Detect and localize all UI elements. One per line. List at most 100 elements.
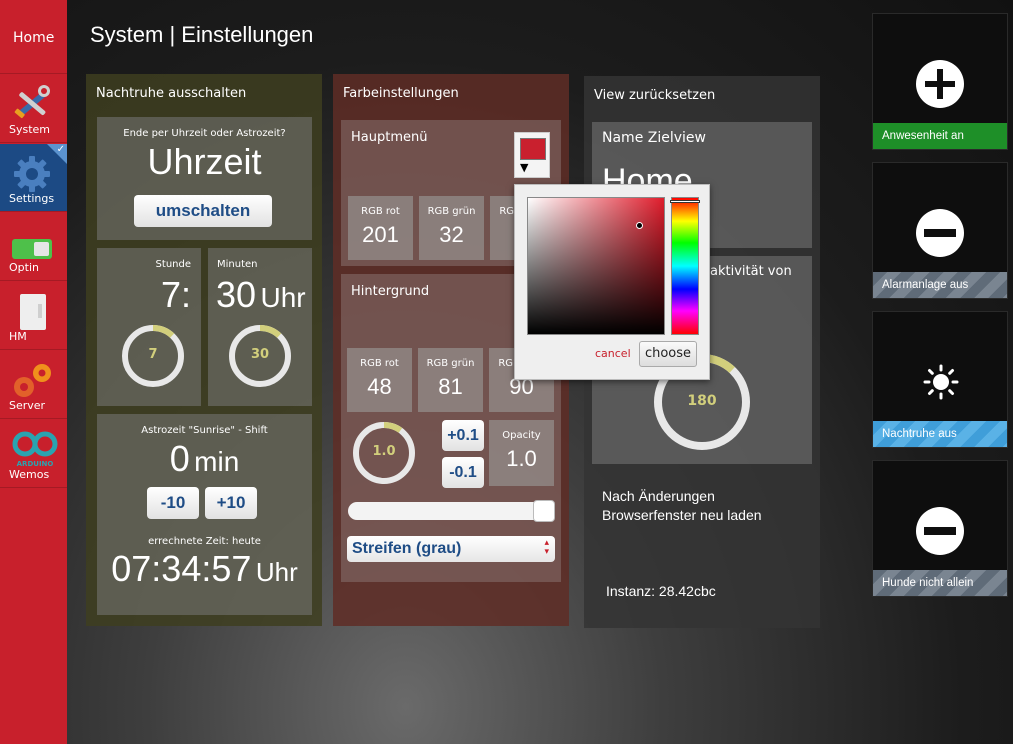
hour-ring[interactable]: 7: [120, 323, 186, 389]
minute-ring-value: 30: [250, 347, 270, 362]
opacity-slider[interactable]: [348, 500, 555, 522]
inactivity-ring-value: 180: [687, 393, 717, 409]
astro-value: 0: [169, 438, 190, 479]
pattern-select-value: Streifen (grau): [352, 540, 462, 557]
mode-question: Ende per Uhrzeit oder Astrozeit?: [123, 128, 286, 139]
name-label: Name Zielview: [602, 130, 706, 146]
opacity-label: Opacity: [502, 430, 541, 441]
rgb-gruen-tile[interactable]: RGB grün 32: [419, 196, 484, 260]
panel-title: Farbeinstellungen: [343, 86, 459, 101]
sidebar-item-label: System: [9, 123, 51, 136]
note-line1: Nach Änderungen: [602, 488, 715, 504]
sidebar-item-home[interactable]: Home: [0, 0, 67, 74]
calc-value: 07:34:57: [111, 548, 252, 589]
stunde-label: Stunde: [155, 259, 191, 270]
hue-handle[interactable]: [670, 200, 700, 203]
opacity-value: 1.0: [506, 446, 537, 471]
device-icon: [20, 294, 46, 330]
minus-circle-icon: [916, 507, 964, 555]
astro-tile: Astrozeit "Sunrise" - Shift 0 min -10 +1…: [97, 414, 312, 615]
bg-rgb-gruen-value: 81: [438, 374, 463, 399]
page-title: System | Einstellungen: [90, 22, 314, 47]
minus-10-button[interactable]: -10: [147, 487, 199, 519]
opacity-ring[interactable]: 1.0: [351, 420, 417, 486]
plus-0-1-button[interactable]: +0.1: [442, 420, 484, 451]
gears-icon: [14, 364, 51, 397]
choose-button[interactable]: choose: [639, 341, 697, 367]
hauptmenu-title: Hauptmenü: [351, 130, 428, 145]
minuten-value: 30: [216, 274, 257, 315]
mode-tile: Ende per Uhrzeit oder Astrozeit? Uhrzeit…: [97, 117, 312, 240]
minus-circle-icon: [916, 209, 964, 257]
arduino-icon: ARDUINO: [12, 431, 58, 468]
tools-icon: [14, 85, 50, 119]
color-swatch: [520, 138, 546, 160]
minuten-unit: Uhr: [260, 282, 306, 313]
gear-icon: [14, 156, 50, 192]
widget-label: Alarmanlage aus: [873, 272, 1007, 298]
rgb-gruen-value: 32: [439, 222, 464, 247]
minute-ring[interactable]: 30: [227, 323, 293, 389]
bg-rgb-rot-label: RGB rot: [360, 358, 399, 369]
color-picker: cancel choose: [514, 184, 710, 380]
sidebar-item-label: Server: [9, 399, 46, 412]
note-line2: Browserfenster neu laden: [602, 507, 762, 523]
sidebar-item-optin[interactable]: Optin: [0, 213, 67, 281]
sidebar-item-system[interactable]: System: [0, 75, 67, 143]
toggle-icon: [12, 239, 52, 259]
widget-hunde[interactable]: Hunde nicht allein: [872, 460, 1008, 597]
hintergrund-title: Hintergrund: [351, 284, 430, 299]
mode-value: Uhrzeit: [147, 141, 262, 182]
svg-text:ARDUINO: ARDUINO: [17, 460, 54, 468]
minuten-tile: Minuten 30 Uhr 30: [208, 248, 312, 406]
sidebar-item-label: Optin: [9, 261, 39, 274]
slider-handle[interactable]: [533, 500, 555, 522]
rgb-rot-label: RGB rot: [361, 206, 400, 217]
plus-circle-icon: [916, 60, 964, 108]
widget-label: Anwesenheit an: [873, 123, 1007, 149]
stunde-tile: Stunde 7: 7: [97, 248, 201, 406]
sidebar-item-wemos[interactable]: ARDUINO Wemos: [0, 420, 67, 488]
rgb-rot-value: 201: [362, 222, 399, 247]
bg-rgb-gruen-label: RGB grün: [426, 358, 475, 369]
sidebar-item-label: Home: [13, 30, 55, 46]
cancel-button[interactable]: cancel: [595, 347, 631, 360]
stunde-value: 7:: [160, 274, 191, 315]
bg-rgb-gruen-tile[interactable]: RGB grün 81: [418, 348, 483, 412]
minus-0-1-button[interactable]: -0.1: [442, 457, 484, 488]
saturation-value-area[interactable]: [527, 197, 665, 335]
opacity-ring-value: 1.0: [372, 444, 396, 459]
instanz-label: Instanz: 28.42cbc: [606, 583, 716, 599]
sidebar-item-server[interactable]: Server: [0, 351, 67, 419]
select-arrows-icon: ▴ ▾: [544, 538, 549, 557]
bg-rgb-rot-tile[interactable]: RGB rot 48: [347, 348, 412, 412]
dropdown-arrow-icon: ▼: [520, 161, 529, 174]
rgb-rot-tile[interactable]: RGB rot 201: [348, 196, 413, 260]
calc-unit: Uhr: [255, 557, 298, 587]
minuten-label: Minuten: [217, 259, 258, 270]
sidebar-item-label: HM: [9, 330, 27, 343]
plus-10-button[interactable]: +10: [205, 487, 257, 519]
pattern-select[interactable]: Streifen (grau) ▴ ▾: [347, 536, 555, 562]
panel-title: View zurücksetzen: [594, 88, 716, 103]
picker-cursor[interactable]: [636, 222, 643, 229]
widget-label: Nachtruhe aus: [873, 421, 1007, 447]
sidebar: Home System ✓ Settings Optin HM Server A…: [0, 0, 67, 744]
widget-alarmanlage[interactable]: Alarmanlage aus: [872, 162, 1008, 299]
sidebar-item-settings[interactable]: ✓ Settings: [0, 144, 67, 212]
sidebar-item-hm[interactable]: HM: [0, 282, 67, 350]
nachtruhe-panel: Nachtruhe ausschalten Ende per Uhrzeit o…: [86, 74, 322, 626]
astro-label: Astrozeit "Sunrise" - Shift: [141, 425, 268, 436]
sidebar-item-label: Settings: [9, 192, 55, 205]
widget-anwesenheit[interactable]: Anwesenheit an: [872, 13, 1008, 150]
inactivity-label: aktivität von: [710, 264, 792, 279]
astro-unit: min: [194, 446, 240, 477]
hour-ring-value: 7: [148, 347, 158, 362]
sun-icon: [923, 364, 959, 400]
color-swatch-button[interactable]: ▼: [514, 132, 550, 178]
calc-label: errechnete Zeit: heute: [148, 536, 261, 547]
rgb-gruen-label: RGB grün: [427, 206, 476, 217]
toggle-mode-button[interactable]: umschalten: [134, 195, 272, 227]
hue-slider[interactable]: [670, 197, 700, 335]
widget-nachtruhe[interactable]: Nachtruhe aus: [872, 311, 1008, 448]
